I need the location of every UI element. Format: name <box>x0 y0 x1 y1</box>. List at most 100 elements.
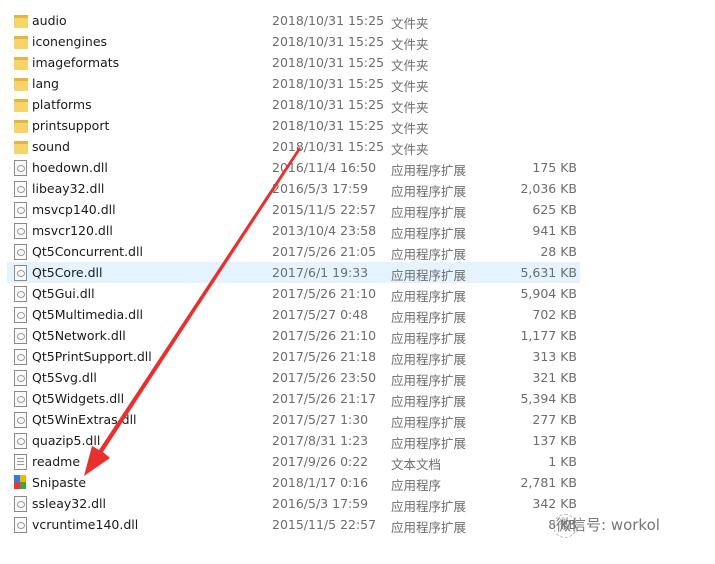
file-type: 应用程序扩展 <box>391 520 467 535</box>
file-size: 277 KB <box>532 412 577 427</box>
file-size: 1 KB <box>548 454 577 469</box>
file-row[interactable]: Qt5PrintSupport.dll 2017/5/26 21:18 应用程序… <box>7 346 580 367</box>
file-name: vcruntime140.dll <box>32 517 139 532</box>
file-row[interactable]: Qt5Widgets.dll 2017/5/26 21:17 应用程序扩展 5,… <box>7 388 580 409</box>
file-row[interactable]: vcruntime140.dll 2015/11/5 22:57 应用程序扩展 … <box>7 514 580 535</box>
file-row[interactable]: ssleay32.dll 2016/5/3 17:59 应用程序扩展 342 K… <box>7 493 580 514</box>
file-size: 313 KB <box>532 349 577 364</box>
file-row[interactable]: quazip5.dll 2017/8/31 1:23 应用程序扩展 137 KB <box>7 430 580 451</box>
file-row[interactable]: platforms 2018/10/31 15:25 文件夹 <box>7 94 580 115</box>
file-row[interactable]: printsupport 2018/10/31 15:25 文件夹 <box>7 115 580 136</box>
dll-icon <box>14 265 27 281</box>
file-size: 1,177 KB <box>520 328 577 343</box>
file-date: 2017/9/26 0:22 <box>272 454 369 469</box>
file-row[interactable]: imageformats 2018/10/31 15:25 文件夹 <box>7 52 580 73</box>
file-type: 应用程序扩展 <box>391 352 467 367</box>
file-size: 5,631 KB <box>520 265 577 280</box>
file-type: 文件夹 <box>391 142 429 157</box>
file-type: 应用程序扩展 <box>391 289 467 304</box>
folder-icon <box>14 141 28 154</box>
text-file-icon <box>14 454 27 470</box>
file-type: 应用程序扩展 <box>391 184 467 199</box>
file-row[interactable]: lang 2018/10/31 15:25 文件夹 <box>7 73 580 94</box>
file-row[interactable]: msvcr120.dll 2013/10/4 23:58 应用程序扩展 941 … <box>7 220 580 241</box>
file-row[interactable]: Qt5Multimedia.dll 2017/5/27 0:48 应用程序扩展 … <box>7 304 580 325</box>
file-name: audio <box>32 13 67 28</box>
file-date: 2013/10/4 23:58 <box>272 223 377 238</box>
file-type: 应用程序扩展 <box>391 247 467 262</box>
file-date: 2017/5/26 23:50 <box>272 370 377 385</box>
file-name: Snipaste <box>32 475 87 490</box>
file-row[interactable]: sound 2018/10/31 15:25 文件夹 <box>7 136 580 157</box>
file-date: 2017/5/26 21:17 <box>272 391 377 406</box>
file-type: 应用程序扩展 <box>391 268 467 283</box>
file-name: Qt5Multimedia.dll <box>32 307 144 322</box>
file-name: libeay32.dll <box>32 181 105 196</box>
file-row[interactable]: Qt5Gui.dll 2017/5/26 21:10 应用程序扩展 5,904 … <box>7 283 580 304</box>
file-date: 2016/5/3 17:59 <box>272 181 369 196</box>
file-name: Qt5Core.dll <box>32 265 103 280</box>
file-row[interactable]: hoedown.dll 2016/11/4 16:50 应用程序扩展 175 K… <box>7 157 580 178</box>
file-name: Qt5WinExtras.dll <box>32 412 137 427</box>
file-date: 2015/11/5 22:57 <box>272 517 377 532</box>
file-type: 应用程序扩展 <box>391 415 467 430</box>
file-size: 321 KB <box>532 370 577 385</box>
file-date: 2017/5/26 21:10 <box>272 328 377 343</box>
file-row[interactable]: Qt5Core.dll 2017/6/1 19:33 应用程序扩展 5,631 … <box>7 262 580 283</box>
file-name: printsupport <box>32 118 110 133</box>
file-type: 应用程序扩展 <box>391 205 467 220</box>
file-name: readme <box>32 454 81 469</box>
file-row[interactable]: Snipaste 2018/1/17 0:16 应用程序 2,781 KB <box>7 472 580 493</box>
file-name: Qt5Concurrent.dll <box>32 244 143 259</box>
folder-icon <box>14 78 28 91</box>
dll-icon <box>14 391 27 407</box>
file-name: platforms <box>32 97 92 112</box>
file-row[interactable]: Qt5Concurrent.dll 2017/5/26 21:05 应用程序扩展… <box>7 241 580 262</box>
file-name: Qt5Svg.dll <box>32 370 97 385</box>
file-size: 5,394 KB <box>520 391 577 406</box>
file-date: 2017/5/26 21:18 <box>272 349 377 364</box>
folder-icon <box>14 36 28 49</box>
file-row[interactable]: Qt5Network.dll 2017/5/26 21:10 应用程序扩展 1,… <box>7 325 580 346</box>
file-date: 2015/11/5 22:57 <box>272 202 377 217</box>
file-row[interactable]: msvcp140.dll 2015/11/5 22:57 应用程序扩展 625 … <box>7 199 580 220</box>
file-row[interactable]: readme 2017/9/26 0:22 文本文档 1 KB <box>7 451 580 472</box>
dll-icon <box>14 223 27 239</box>
file-type: 应用程序扩展 <box>391 226 467 241</box>
snipaste-icon <box>14 475 26 489</box>
file-date: 2018/10/31 15:25 <box>272 118 385 133</box>
file-row[interactable]: Qt5Svg.dll 2017/5/26 23:50 应用程序扩展 321 KB <box>7 367 580 388</box>
file-name: Qt5PrintSupport.dll <box>32 349 152 364</box>
file-type: 应用程序扩展 <box>391 394 467 409</box>
file-date: 2018/10/31 15:25 <box>272 13 385 28</box>
folder-icon <box>14 57 28 70</box>
dll-icon <box>14 433 27 449</box>
file-date: 2017/5/26 21:10 <box>272 286 377 301</box>
file-name: imageformats <box>32 55 120 70</box>
file-type: 文件夹 <box>391 16 429 31</box>
file-type: 应用程序扩展 <box>391 373 467 388</box>
file-date: 2018/10/31 15:25 <box>272 97 385 112</box>
dll-icon <box>14 328 27 344</box>
file-row[interactable]: libeay32.dll 2016/5/3 17:59 应用程序扩展 2,036… <box>7 178 580 199</box>
file-type: 文件夹 <box>391 100 429 115</box>
file-date: 2018/10/31 15:25 <box>272 34 385 49</box>
file-row[interactable]: audio 2018/10/31 15:25 文件夹 <box>7 10 580 31</box>
file-size: 28 KB <box>540 244 577 259</box>
file-type: 应用程序扩展 <box>391 331 467 346</box>
file-type: 应用程序扩展 <box>391 499 467 514</box>
file-size: 175 KB <box>532 160 577 175</box>
file-date: 2017/5/27 1:30 <box>272 412 369 427</box>
dll-icon <box>14 412 27 428</box>
file-date: 2017/6/1 19:33 <box>272 265 369 280</box>
file-date: 2016/5/3 17:59 <box>272 496 369 511</box>
file-row[interactable]: iconengines 2018/10/31 15:25 文件夹 <box>7 31 580 52</box>
file-size: 2,036 KB <box>520 181 577 196</box>
folder-icon <box>14 120 28 133</box>
dll-icon <box>14 370 27 386</box>
dll-icon <box>14 307 27 323</box>
file-row[interactable]: Qt5WinExtras.dll 2017/5/27 1:30 应用程序扩展 2… <box>7 409 580 430</box>
file-type: 应用程序扩展 <box>391 436 467 451</box>
dll-icon <box>14 349 27 365</box>
file-name: Qt5Widgets.dll <box>32 391 125 406</box>
